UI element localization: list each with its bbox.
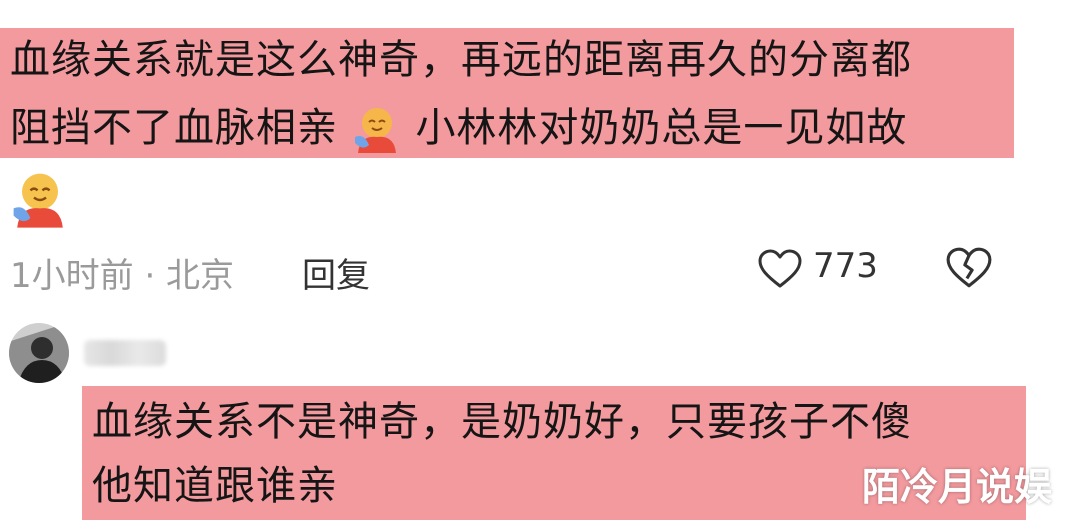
user-avatar[interactable] bbox=[8, 322, 70, 384]
comment2-line2: 他知道跟谁亲 bbox=[92, 463, 338, 509]
hug-emoji-icon-standalone bbox=[10, 170, 70, 230]
blurred-username bbox=[84, 340, 166, 366]
comment1-line2: 阻挡不了血脉相亲 小林林对奶奶总是一见如故 bbox=[10, 98, 907, 158]
comment1-meta: 1小时前 · 北京 bbox=[10, 256, 235, 296]
comment1-line1: 血缘关系就是这么神奇，再远的距离再久的分离都 bbox=[10, 37, 912, 83]
like-count: 773 bbox=[813, 246, 878, 286]
comment1-line2-end: 小林林对奶奶总是一见如故 bbox=[415, 105, 908, 151]
comment2-line1: 血缘关系不是神奇，是奶奶好，只要孩子不傻 bbox=[92, 399, 912, 445]
dislike-button[interactable] bbox=[945, 246, 993, 290]
watermark: 陌冷月说娱 bbox=[862, 465, 1053, 509]
hug-emoji-icon bbox=[352, 105, 402, 155]
comment1-line2-start: 阻挡不了血脉相亲 bbox=[10, 105, 338, 151]
heart-outline-icon bbox=[757, 248, 803, 290]
broken-heart-icon bbox=[946, 247, 992, 288]
like-button[interactable]: 773 bbox=[757, 244, 897, 294]
reply-button[interactable]: 回复 bbox=[302, 248, 370, 297]
